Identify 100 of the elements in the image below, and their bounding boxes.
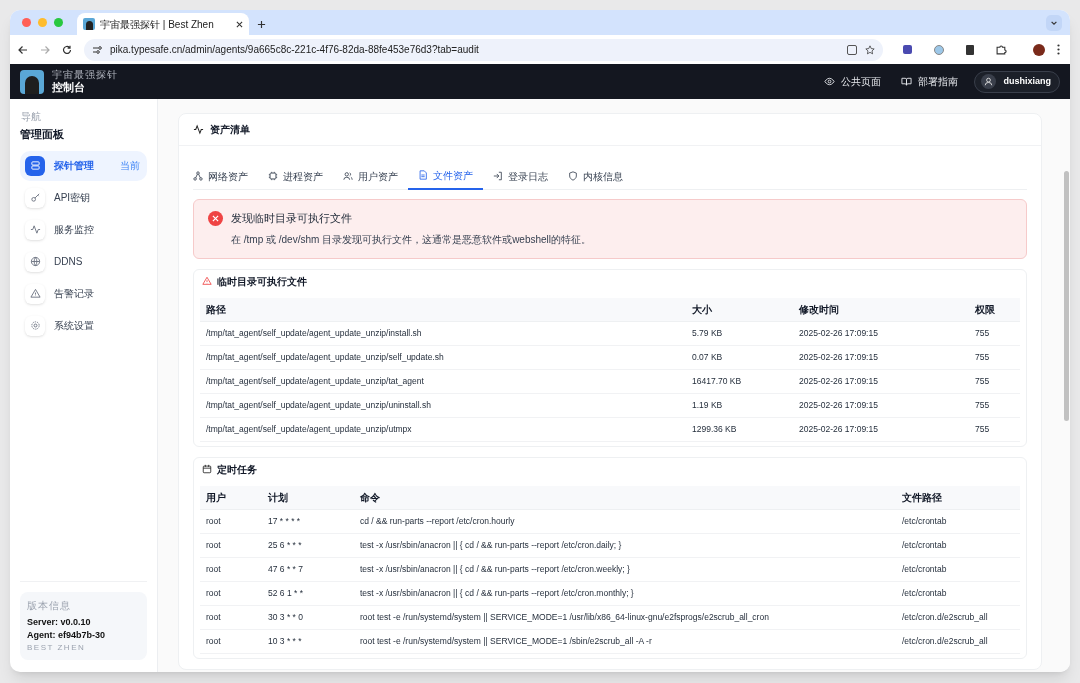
scrollbar[interactable] xyxy=(1064,171,1069,421)
reload-icon[interactable] xyxy=(62,44,72,55)
table-cell-text: /etc/crontab xyxy=(902,587,948,600)
brand-text: BEST ZHEN xyxy=(27,642,87,654)
tab[interactable]: 进程资产 xyxy=(258,162,333,190)
table-cell-text: 10 3 * * * xyxy=(268,635,303,648)
nav-item[interactable]: 告警记录 xyxy=(20,278,147,309)
table-cell-text: 1299.36 KB xyxy=(692,423,738,436)
app-subtitle: 宇宙最强探针 xyxy=(52,69,118,81)
table-cell-text: /tmp/tat_agent/self_update/agent_update_unzip/install.sh xyxy=(206,327,423,340)
table-cell-text: root xyxy=(206,611,222,624)
nav-item[interactable]: DDNS xyxy=(20,246,147,277)
server-icon xyxy=(29,160,41,171)
close-icon[interactable] xyxy=(236,20,243,28)
globe-icon xyxy=(29,256,41,267)
menu-icon[interactable] xyxy=(1057,44,1060,55)
activity-icon xyxy=(193,124,204,135)
header-link[interactable]: 部署指南 xyxy=(901,74,959,89)
nav-caption: 导航 xyxy=(21,110,42,124)
nav-item[interactable]: 探针管理 当前 xyxy=(20,150,147,181)
table-cell-text: 2025-02-26 17:09:15 xyxy=(799,399,879,412)
nav-label: 探针管理 xyxy=(54,159,95,173)
nav-label: DDNS xyxy=(54,255,84,269)
tab[interactable]: 登录日志 xyxy=(483,162,558,190)
nav-label: API密钥 xyxy=(54,191,92,205)
table-cell-text: /tmp/tat_agent/self_update/agent_update_unzip/self_update.sh xyxy=(206,351,445,364)
table-cell-text: root test -e /run/systemd/system || SERVICE_MODE=1 /sbin/e2scrub_all -A -r xyxy=(360,635,653,648)
site-settings-icon[interactable] xyxy=(92,44,102,55)
tab[interactable]: 网络资产 xyxy=(193,162,258,190)
table-cell-text: /etc/crontab xyxy=(902,515,948,528)
table-cell-text: 755 xyxy=(975,399,991,412)
chevron-down-icon[interactable] xyxy=(1046,15,1062,31)
nav-label: 告警记录 xyxy=(54,287,95,301)
tab[interactable]: 文件资产 xyxy=(408,162,483,190)
column-header: 文件路径 xyxy=(902,491,943,505)
book-icon xyxy=(901,76,913,87)
column-header: 权限 xyxy=(975,303,996,317)
table-cell-text: root xyxy=(206,587,222,600)
table-cell-text: 0.07 KB xyxy=(692,351,724,364)
table-cell-text: 30 3 * * 0 xyxy=(268,611,304,624)
table-cell-text: 2025-02-26 17:09:15 xyxy=(799,327,879,340)
profile-avatar[interactable] xyxy=(1033,43,1045,56)
header-link[interactable]: 公共页面 xyxy=(824,74,882,89)
table-cell-text: root test -e /run/systemd/system || SERVICE_MODE=1 /usr/lib/x86_64-linux-gnu/e2fsprogs/e2scrub_all_cron xyxy=(360,611,770,624)
server-version: Server: v0.0.10 xyxy=(27,616,92,629)
table-cell-text: /etc/cron.d/e2scrub_all xyxy=(902,635,989,648)
table-cell-text: root xyxy=(206,539,222,552)
browser-tab[interactable]: 宇宙最强探针 | Best Zhen xyxy=(77,13,249,35)
shield-icon xyxy=(568,171,578,181)
panel-title: 资产清单 xyxy=(210,123,250,137)
table-cell-text: 47 6 * * 7 xyxy=(268,563,304,576)
new-tab-icon[interactable] xyxy=(257,20,266,29)
settings-icon xyxy=(29,320,41,331)
network-icon xyxy=(193,171,203,181)
column-header: 路径 xyxy=(206,303,227,317)
tab-title: 宇宙最强探针 | Best Zhen xyxy=(100,17,215,32)
section-title: 定时任务 xyxy=(217,462,257,477)
url-text: pika.typesafe.cn/admin/agents/9a665c8c-221c-4f76-82da-88fe453e76d3?tab=audit xyxy=(110,43,480,57)
eye-icon xyxy=(824,76,836,87)
table-cell-text: 2025-02-26 17:09:15 xyxy=(799,423,879,436)
table-cell-text: 17 * * * * xyxy=(268,515,302,528)
current-label: 当前 xyxy=(120,159,140,173)
extension-icon[interactable] xyxy=(966,44,974,55)
table-cell-text: 1.19 KB xyxy=(692,399,724,412)
table-cell-text: 5.79 KB xyxy=(692,327,724,340)
user-menu[interactable]: dushixiang xyxy=(974,70,1060,93)
tab[interactable]: 内核信息 xyxy=(558,162,633,190)
warning-icon xyxy=(29,288,41,299)
table-cell-text: test -x /usr/sbin/anacron || { cd / && run-parts --report /etc/cron.monthly; } xyxy=(360,587,635,600)
table-cell-text: root xyxy=(206,563,222,576)
table-cell-text: root xyxy=(206,515,222,528)
table-cell-text: /tmp/tat_agent/self_update/agent_update_unzip/utmpx xyxy=(206,423,413,436)
login-icon xyxy=(493,171,503,181)
table-cell-text: test -x /usr/sbin/anacron || { cd / && run-parts --report /etc/cron.daily; } xyxy=(360,539,623,552)
nav-item[interactable]: 系统设置 xyxy=(20,310,147,341)
user-icon xyxy=(981,74,997,89)
back-arrow-icon[interactable] xyxy=(18,44,28,55)
section-title: 临时目录可执行文件 xyxy=(217,274,307,289)
table-cell-text: 755 xyxy=(975,423,991,436)
cpu-icon xyxy=(268,171,278,181)
nav-label: 服务监控 xyxy=(54,223,95,237)
star-icon[interactable] xyxy=(865,44,875,55)
alert-message: 在 /tmp 或 /dev/shm 目录发现可执行文件，这通常是恶意软件或webshell的特征。 xyxy=(231,233,592,247)
table-cell-text: 2025-02-26 17:09:15 xyxy=(799,351,879,364)
address-bar[interactable]: pika.typesafe.cn/admin/agents/9a665c8c-221c-4f76-82da-88fe453e76d3?tab=audit xyxy=(84,38,883,61)
table-cell-text: /tmp/tat_agent/self_update/agent_update_unzip/tat_agent xyxy=(206,375,425,388)
key-icon xyxy=(29,192,41,203)
table-cell-text: 755 xyxy=(975,351,991,364)
nav-item[interactable]: 服务监控 xyxy=(20,214,147,245)
table-cell-text: cd / && run-parts --report /etc/cron.hourly xyxy=(360,515,516,528)
tab[interactable]: 用户资产 xyxy=(333,162,408,190)
error-icon xyxy=(208,211,223,226)
file-icon xyxy=(418,170,428,180)
table-cell-text: 2025-02-26 17:09:15 xyxy=(799,375,879,388)
table-cell-text: 755 xyxy=(975,375,991,388)
puzzle-icon[interactable] xyxy=(996,44,1007,55)
table-cell-text: /etc/cron.d/e2scrub_all xyxy=(902,611,989,624)
column-header: 大小 xyxy=(692,303,713,317)
activity-icon xyxy=(29,224,41,235)
nav-item[interactable]: API密钥 xyxy=(20,182,147,213)
